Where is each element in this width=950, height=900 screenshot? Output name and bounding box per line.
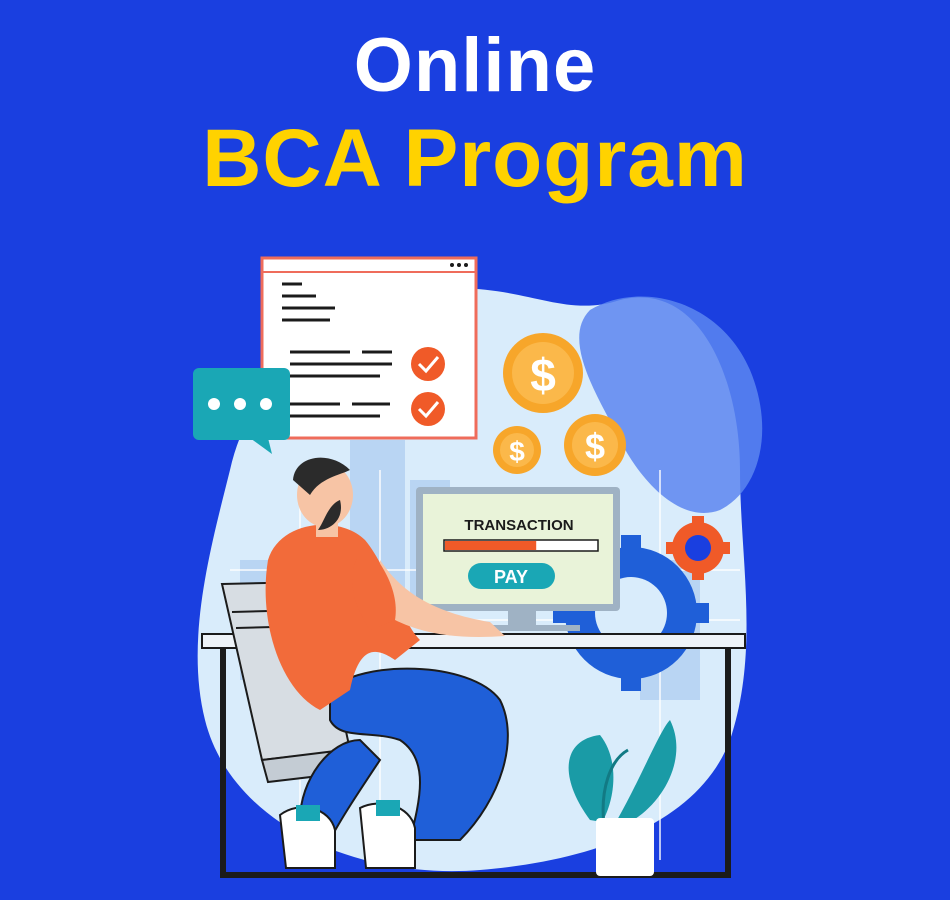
- pay-button-label[interactable]: PAY: [494, 567, 528, 587]
- checkmark-icon: [411, 347, 445, 381]
- checkmark-icon: [411, 392, 445, 426]
- document-window: [260, 256, 478, 440]
- monitor: TRANSACTION PAY: [416, 487, 620, 631]
- coin-symbol: $: [509, 436, 525, 467]
- coin-symbol: $: [530, 349, 556, 401]
- illustration: $ $ $ TRANSACTION PAY: [193, 256, 763, 878]
- dollar-coin-icon: $: [493, 426, 541, 474]
- dollar-coin-icon: $: [503, 333, 583, 413]
- coin-symbol: $: [585, 426, 605, 467]
- dollar-coin-icon: $: [564, 414, 626, 476]
- transaction-label: TRANSACTION: [464, 517, 573, 534]
- transaction-progress-fill: [445, 541, 537, 550]
